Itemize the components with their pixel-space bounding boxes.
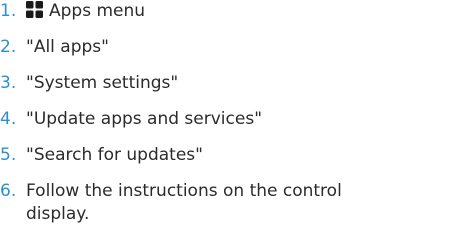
step-item: 4. "Update apps and services": [0, 108, 406, 131]
step-text: Apps menu: [49, 1, 146, 21]
step-text: "All apps": [26, 37, 109, 57]
step-number: 2.: [0, 37, 17, 57]
step-number: 6.: [0, 181, 17, 201]
step-number: 4.: [0, 109, 17, 129]
step-text: "Update apps and services": [26, 109, 263, 129]
step-item: 3. "System settings": [0, 72, 406, 95]
step-item: 5. "Search for updates": [0, 144, 406, 167]
apps-grid-icon: [26, 1, 43, 18]
step-number: 3.: [0, 73, 17, 93]
step-number: 5.: [0, 145, 17, 165]
instruction-steps-list: 1. Apps menu 2. "All apps" 3. "System se…: [0, 0, 465, 239]
step-number: 1.: [0, 1, 17, 21]
step-item: 6. Follow the instructions on the contro…: [0, 180, 406, 226]
step-text: Follow the instructions on the control d…: [26, 181, 342, 224]
step-text: "Search for updates": [26, 145, 203, 165]
step-text: "System settings": [26, 73, 179, 93]
step-item: 2. "All apps": [0, 36, 406, 59]
step-item: 1. Apps menu: [0, 0, 406, 23]
